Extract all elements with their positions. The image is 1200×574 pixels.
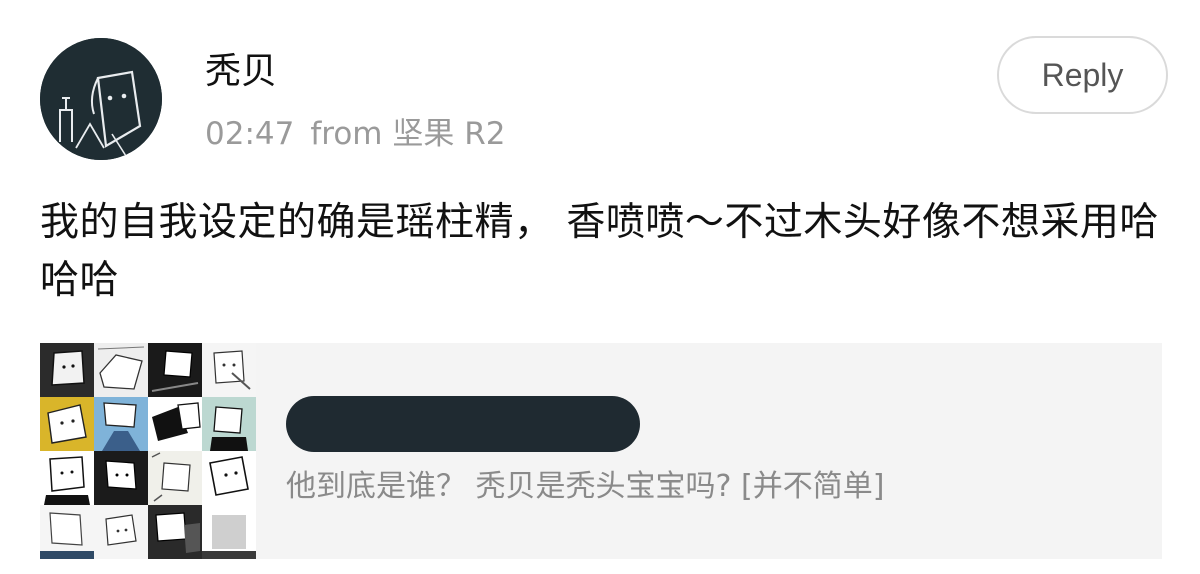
thumbnail-tile [40, 343, 94, 397]
thumbnail-tile [148, 505, 202, 559]
post-text: 我的自我设定的确是瑶柱精， 香喷喷～不过木头好像不想采用哈哈哈 [40, 200, 1159, 303]
redacted-card-title [286, 396, 640, 452]
avatar-character-icon [40, 38, 162, 160]
thumbnail-tile [148, 397, 202, 451]
thumbnail-tile [148, 343, 202, 397]
thumbnail-tile [202, 451, 256, 505]
thumbnail-tile [148, 451, 202, 505]
username[interactable]: 秃贝 [205, 50, 277, 94]
post-meta: 02:47 from 坚果 R2 [205, 114, 505, 154]
shared-link-card[interactable]: 他到底是谁？ 秃贝是秃头宝宝吗? [并不简单] [40, 343, 1162, 559]
sticker-collage-thumbnail [40, 343, 256, 559]
thumbnail-tile [202, 343, 256, 397]
thumbnail-tile [94, 343, 148, 397]
thumbnail-tile [202, 397, 256, 451]
avatar[interactable] [40, 38, 162, 160]
post-source: from 坚果 R2 [310, 116, 506, 152]
thumbnail-tile [202, 505, 256, 559]
thumbnail-tile [40, 451, 94, 505]
thumbnail-tile [94, 451, 148, 505]
thumbnail-tile [94, 397, 148, 451]
card-subtitle: 他到底是谁？ 秃贝是秃头宝宝吗? [并不简单] [286, 469, 885, 504]
thumbnail-tile [40, 397, 94, 451]
thumbnail-tile [94, 505, 148, 559]
post-time: 02:47 [205, 116, 295, 152]
reply-button[interactable]: Reply [997, 36, 1168, 114]
thumbnail-tile [40, 505, 94, 559]
